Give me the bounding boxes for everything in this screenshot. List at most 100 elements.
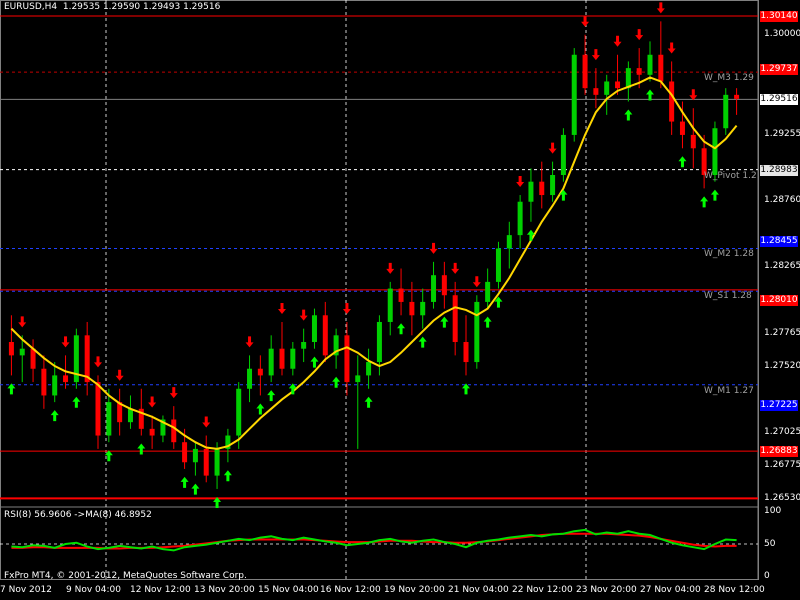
sell-arrow-icon bbox=[148, 396, 157, 408]
buy-arrow-icon bbox=[332, 376, 341, 388]
sell-arrow-icon bbox=[548, 142, 557, 154]
price-axis-label: 1.26530 bbox=[764, 492, 800, 503]
candle-body bbox=[723, 94, 729, 129]
candle-body bbox=[474, 301, 480, 363]
buy-arrow-icon bbox=[180, 476, 189, 488]
time-axis-label: 15 Nov 04:00 bbox=[258, 585, 319, 595]
price-tag: 1.28010 bbox=[760, 295, 798, 307]
sell-arrow-icon bbox=[169, 387, 178, 399]
sell-arrow-icon bbox=[451, 262, 460, 274]
buy-arrow-icon bbox=[678, 156, 687, 168]
copyright-footer: FxPro MT4, © 2001-2012, MetaQuotes Softw… bbox=[4, 571, 247, 581]
candle-body bbox=[19, 348, 25, 356]
candle-body bbox=[495, 248, 501, 282]
candle-body bbox=[268, 348, 274, 376]
buy-arrow-icon bbox=[72, 396, 81, 408]
price-axis-label: 1.26775 bbox=[764, 460, 800, 471]
buy-arrow-icon bbox=[256, 403, 265, 415]
candle-body bbox=[355, 375, 361, 383]
price-axis-label: 1.28760 bbox=[764, 194, 800, 205]
candle-body bbox=[52, 375, 58, 396]
time-axis-label: 28 Nov 12:00 bbox=[704, 585, 765, 595]
candle-body bbox=[582, 54, 588, 89]
sell-arrow-icon bbox=[18, 316, 27, 328]
candle-body bbox=[149, 428, 155, 436]
candle-body bbox=[420, 301, 426, 316]
sell-arrow-icon bbox=[202, 416, 211, 428]
buy-arrow-icon bbox=[418, 336, 427, 348]
time-axis-label: 21 Nov 04:00 bbox=[448, 585, 509, 595]
candle-body bbox=[311, 315, 317, 343]
candle-body bbox=[182, 442, 188, 463]
candle-body bbox=[203, 448, 209, 476]
sell-arrow-icon bbox=[94, 356, 102, 368]
time-axis-label: 23 Nov 20:00 bbox=[576, 585, 637, 595]
price-tag: 1.28455 bbox=[760, 235, 798, 247]
candle-body bbox=[95, 382, 101, 436]
buy-arrow-icon bbox=[646, 89, 654, 101]
buy-arrow-icon bbox=[223, 470, 232, 482]
time-axis-label: 22 Nov 12:00 bbox=[512, 585, 573, 595]
time-axis-label: 19 Nov 20:00 bbox=[384, 585, 445, 595]
candle-body bbox=[106, 402, 112, 436]
buy-arrow-icon bbox=[700, 196, 709, 208]
candle-body bbox=[192, 448, 198, 463]
candle-body bbox=[344, 335, 350, 383]
price-axis-label: 1.27765 bbox=[764, 327, 800, 338]
symbol-timeframe: EURUSD,H4 bbox=[4, 2, 58, 12]
candle-body bbox=[279, 348, 285, 369]
time-axis-label: 27 Nov 04:00 bbox=[640, 585, 701, 595]
candle-body bbox=[366, 362, 372, 376]
rsi-scale-100: 100 bbox=[764, 506, 782, 516]
buy-arrow-icon bbox=[710, 189, 719, 201]
rsi-scale-0: 0 bbox=[764, 571, 770, 581]
candle-body bbox=[214, 448, 220, 476]
candle-body bbox=[290, 348, 296, 369]
indicator-title: RSI(8) 56.9606 ->MA(8) 46.8952 bbox=[4, 510, 152, 520]
buy-arrow-icon bbox=[397, 323, 406, 335]
candle-body bbox=[376, 321, 382, 363]
price-tag: 1.29737 bbox=[760, 64, 798, 76]
candle-body bbox=[690, 134, 696, 149]
candle-body bbox=[517, 201, 523, 236]
candle-body bbox=[257, 368, 263, 376]
candle-body bbox=[485, 281, 491, 302]
candle-body bbox=[236, 388, 242, 436]
candle-body bbox=[604, 81, 610, 95]
level-label: W_S1 1.28 bbox=[704, 290, 752, 301]
candle-body bbox=[247, 368, 253, 389]
candle-body bbox=[452, 295, 458, 343]
sell-arrow-icon bbox=[61, 336, 70, 348]
sell-arrow-icon bbox=[613, 35, 622, 47]
time-axis-label: 12 Nov 12:00 bbox=[130, 585, 191, 595]
sell-arrow-icon bbox=[299, 309, 308, 321]
candle-body bbox=[398, 288, 404, 302]
candle-body bbox=[322, 315, 328, 356]
sell-arrow-icon bbox=[591, 49, 600, 61]
buy-arrow-icon bbox=[191, 483, 200, 495]
price-axis-label: 1.27025 bbox=[764, 426, 800, 437]
rsi-line bbox=[11, 528, 737, 552]
moving-average-line bbox=[10, 76, 738, 450]
price-axis-label: 1.28265 bbox=[764, 261, 800, 272]
candle-body bbox=[571, 54, 577, 135]
level-label: W_Pivot 1.2 bbox=[704, 170, 757, 181]
candle-body bbox=[463, 342, 469, 363]
candle-body bbox=[528, 181, 534, 202]
sell-arrow-icon bbox=[689, 89, 698, 101]
candle-body bbox=[431, 275, 437, 302]
sell-arrow-icon bbox=[342, 302, 351, 314]
candle-body bbox=[647, 54, 653, 75]
candle-body bbox=[734, 94, 740, 99]
candle-body bbox=[539, 181, 545, 196]
price-axis-label: 1.29255 bbox=[764, 128, 800, 139]
sell-arrow-icon bbox=[581, 15, 590, 27]
buy-arrow-icon bbox=[310, 356, 319, 368]
candle-body bbox=[658, 54, 664, 82]
candle-body bbox=[636, 68, 642, 75]
sell-arrow-icon bbox=[278, 302, 286, 314]
price-tag: 1.30140 bbox=[760, 10, 798, 22]
candle-body bbox=[615, 81, 621, 89]
buy-arrow-icon bbox=[624, 109, 633, 121]
level-label: W_M2 1.28 bbox=[704, 249, 754, 260]
